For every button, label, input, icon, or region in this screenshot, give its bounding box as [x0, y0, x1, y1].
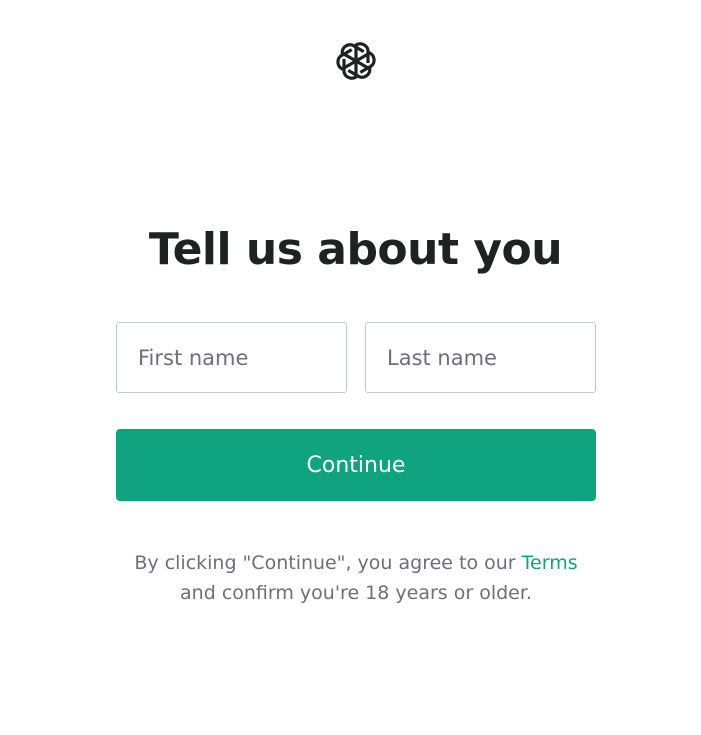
openai-logo-icon [333, 40, 379, 82]
terms-link[interactable]: Terms [522, 552, 578, 574]
first-name-input[interactable] [116, 322, 347, 393]
legal-notice: By clicking "Continue", you agree to our… [76, 548, 636, 608]
continue-button[interactable]: Continue [116, 429, 596, 501]
page-title: Tell us about you [148, 224, 563, 275]
signup-page: Tell us about you Continue By clicking "… [0, 0, 701, 735]
legal-text-before: By clicking "Continue", you agree to our [134, 552, 522, 574]
last-name-input[interactable] [365, 322, 596, 393]
legal-text-after: and confirm you're 18 years or older. [180, 582, 532, 604]
